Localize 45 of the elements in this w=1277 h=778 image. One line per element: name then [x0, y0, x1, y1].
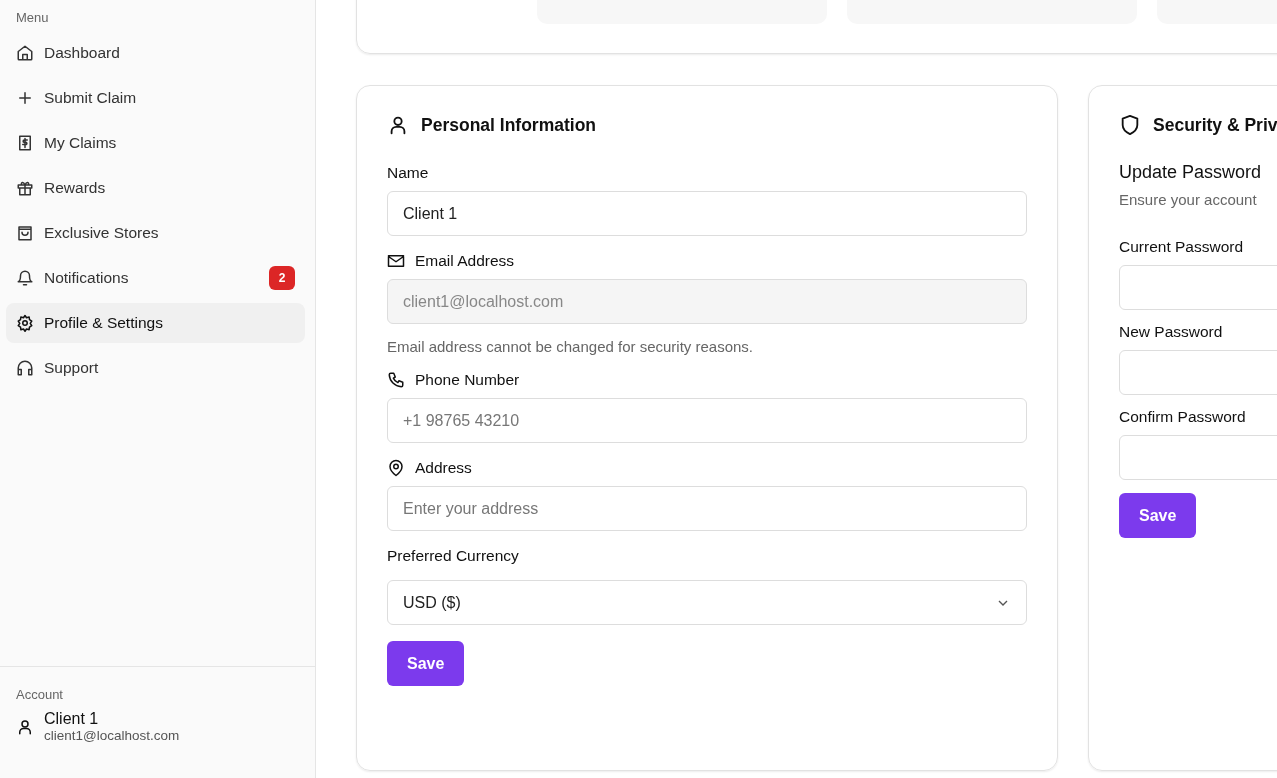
location-pin-icon [387, 459, 405, 477]
field-label: Name [387, 164, 429, 182]
count-badge: 2 [269, 266, 295, 290]
input-field[interactable]: +1 98765 43210 [387, 398, 1027, 443]
phone-icon [387, 371, 405, 389]
section-description: Ensure your account [1119, 191, 1258, 208]
mail-icon [387, 252, 405, 270]
field-label: Current Password [1119, 238, 1244, 256]
headphones-icon [16, 359, 34, 377]
menu-heading: Menu [15, 9, 50, 27]
sidebar-item[interactable]: Support [6, 348, 305, 388]
input-field[interactable]: Client 1 [387, 191, 1027, 236]
field-label: Phone Number [415, 371, 520, 389]
field-label: New Password [1119, 323, 1223, 341]
sidebar-item[interactable]: Dashboard [6, 33, 305, 73]
sidebar-item[interactable]: Notifications 2 [6, 258, 305, 298]
bell-icon [16, 269, 34, 287]
gift-icon [16, 179, 34, 197]
save-button[interactable]: Save [1119, 493, 1197, 538]
field-label: Address [415, 459, 472, 477]
settings-icon [16, 314, 34, 332]
home-icon [16, 44, 34, 62]
field-label: Confirm Password [1119, 408, 1246, 426]
currency-select[interactable]: USD ($) [387, 580, 1027, 625]
save-button[interactable]: Save [387, 641, 465, 686]
sidebar-item[interactable]: My Claims [6, 123, 305, 163]
sidebar-item[interactable]: Exclusive Stores [6, 213, 305, 253]
user-name: Client 1 [44, 710, 100, 728]
input-field[interactable]: Enter your address [387, 486, 1027, 531]
field-label: Email Address [415, 252, 515, 270]
user-icon [16, 717, 34, 736]
field-hint: Email address cannot be changed for security reasons. [387, 338, 755, 355]
field-label: Preferred Currency [387, 547, 519, 565]
sidebar-item[interactable]: Submit Claim [6, 78, 305, 118]
card-title: Personal Information [421, 114, 597, 136]
card-title: Security & Priv [1153, 114, 1277, 136]
shopping-bag-icon [16, 224, 34, 242]
plus-icon [16, 89, 34, 107]
receipt-icon [16, 134, 34, 152]
sidebar-item[interactable]: Rewards [6, 168, 305, 208]
sidebar-item[interactable]: Profile & Settings [6, 303, 305, 343]
user-email: client1@localhost.com [44, 728, 180, 743]
shield-icon [1119, 114, 1141, 136]
section-title: Update Password [1119, 162, 1263, 183]
account-heading: Account [16, 687, 64, 704]
